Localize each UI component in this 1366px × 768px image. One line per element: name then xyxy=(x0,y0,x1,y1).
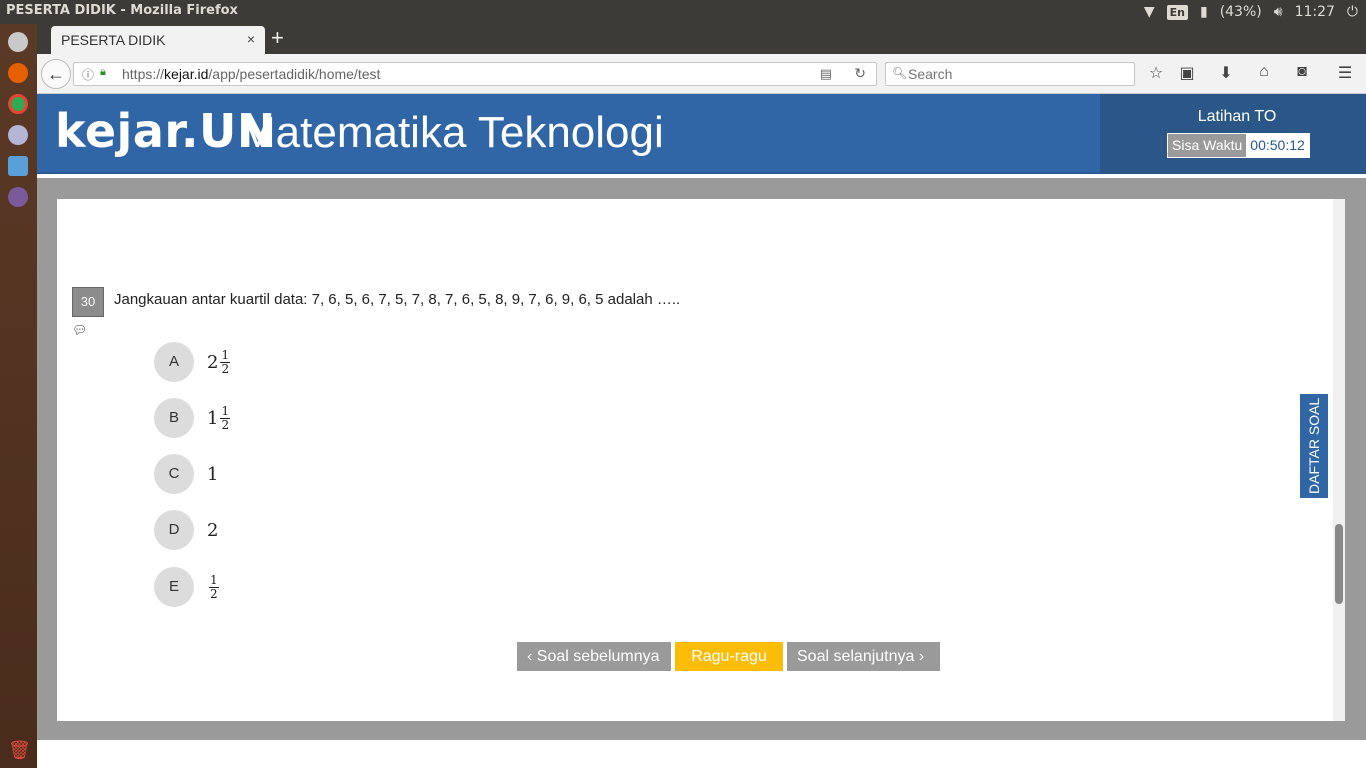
fraction-denominator: 2 xyxy=(221,417,230,432)
url-text[interactable]: https://kejar.id/app/pesertadidik/home/t… xyxy=(122,66,380,82)
volume-icon[interactable]: 🔊︎ xyxy=(1274,4,1283,20)
option-whole: 2 xyxy=(207,351,219,373)
option-whole: 2 xyxy=(207,519,219,541)
question-list-button[interactable]: DAFTAR SOAL xyxy=(1300,394,1328,498)
tab-title: PESERTA DIDIK xyxy=(61,32,166,48)
question-text: Jangkauan antar kuartil data: 7, 6, 5, 6… xyxy=(114,291,681,308)
back-button[interactable]: ← xyxy=(41,59,71,89)
menu-icon[interactable]: ☰ xyxy=(1334,63,1356,83)
wifi-icon[interactable]: ▼ xyxy=(1144,4,1155,20)
fraction-numerator: 1 xyxy=(209,572,219,588)
option-d-button[interactable]: D xyxy=(154,510,194,550)
settings-icon[interactable] xyxy=(8,125,28,145)
bookmark-star-icon[interactable]: ☆ xyxy=(1145,63,1167,83)
timer-label: Sisa Waktu xyxy=(1168,134,1247,157)
info-icon[interactable]: ⓘ xyxy=(82,66,94,83)
search-icon: 🔍︎ xyxy=(892,66,908,80)
comment-icon[interactable]: 💬︎ xyxy=(72,323,87,337)
option-c-value: 1 xyxy=(207,460,218,488)
search-bar[interactable]: 🔍︎ xyxy=(885,62,1135,86)
question-number: 30 xyxy=(72,287,104,317)
option-b-button[interactable]: B xyxy=(154,398,194,438)
library-icon[interactable]: ▣ xyxy=(1176,63,1198,83)
option-whole: 1 xyxy=(207,463,219,485)
chrome-icon[interactable] xyxy=(8,94,28,114)
timer-panel: Latihan TO Sisa Waktu 00:50:12 xyxy=(1100,94,1366,174)
ubuntu-icon[interactable] xyxy=(8,32,28,52)
tab-peserta-didik[interactable]: PESERTA DIDIK × xyxy=(51,26,265,54)
clock[interactable]: 11:27 xyxy=(1295,4,1335,20)
option-fraction: 12 xyxy=(220,403,231,432)
window-title: PESERTA DIDIK - Mozilla Firefox xyxy=(6,3,238,18)
fraction-denominator: 2 xyxy=(221,361,230,376)
reload-icon[interactable]: ↻ xyxy=(854,65,866,82)
header-divider xyxy=(37,174,1366,178)
navigation-toolbar: ← ⓘ 🔒︎ https://kejar.id/app/pesertadidik… xyxy=(37,54,1366,94)
package-icon[interactable] xyxy=(8,156,28,176)
search-input[interactable] xyxy=(908,65,1128,83)
reader-view-icon[interactable]: ▤ xyxy=(820,66,832,82)
page-viewport: kejar.UN Matematika Teknologi Latihan TO… xyxy=(37,94,1366,768)
keyboard-layout-indicator[interactable]: En xyxy=(1166,4,1188,20)
download-icon[interactable]: ⬇ xyxy=(1215,63,1237,83)
option-fraction: 12 xyxy=(209,572,219,601)
lock-icon[interactable]: 🔒︎ xyxy=(100,66,106,79)
fraction-denominator: 2 xyxy=(210,586,218,601)
close-tab-icon[interactable]: × xyxy=(247,31,255,47)
app-header: kejar.UN Matematika Teknologi Latihan TO… xyxy=(37,94,1366,178)
system-indicators: ▼ En ▮ (43%) 🔊︎ 11:27 ⏻ xyxy=(1144,0,1358,24)
subject-title: Matematika Teknologi xyxy=(239,108,664,157)
option-a-button[interactable]: A xyxy=(154,342,194,382)
home-icon[interactable]: ⌂ xyxy=(1253,63,1275,81)
fraction-numerator: 1 xyxy=(220,347,231,363)
next-question-button[interactable]: Soal selanjutnya › xyxy=(787,642,940,671)
battery-percent: (43%) xyxy=(1219,4,1262,20)
option-d-value: 2 xyxy=(207,516,218,544)
fraction-numerator: 1 xyxy=(220,403,231,419)
scrollbar[interactable] xyxy=(1333,199,1345,721)
firefox-icon[interactable] xyxy=(8,63,28,83)
question-card: 30 💬︎ Jangkauan antar kuartil data: 7, 6… xyxy=(57,199,1333,721)
url-bar[interactable]: ⓘ 🔒︎ https://kejar.id/app/pesertadidik/h… xyxy=(73,62,877,86)
option-c-button[interactable]: C xyxy=(154,454,194,494)
tab-strip: PESERTA DIDIK × + xyxy=(37,24,1366,54)
new-tab-button[interactable]: + xyxy=(271,26,284,50)
files-icon[interactable] xyxy=(8,187,28,207)
option-fraction: 12 xyxy=(220,347,231,376)
timer-box: Sisa Waktu 00:50:12 xyxy=(1167,133,1310,158)
timer-value: 00:50:12 xyxy=(1246,134,1309,157)
option-a-value: 212 xyxy=(207,347,231,376)
app-launcher: 🗑︎ xyxy=(0,24,37,768)
option-b-value: 112 xyxy=(207,403,231,432)
page-footer xyxy=(37,740,1366,768)
trash-icon[interactable]: 🗑︎ xyxy=(8,740,31,760)
pocket-icon[interactable]: ◙ xyxy=(1291,63,1313,81)
battery-icon[interactable]: ▮ xyxy=(1200,4,1208,20)
option-e-value: 12 xyxy=(207,573,219,601)
option-whole: 1 xyxy=(207,407,219,429)
test-mode-label: Latihan TO xyxy=(1197,108,1277,125)
previous-question-button[interactable]: ‹ Soal sebelumnya xyxy=(517,642,671,671)
scrollbar-thumb[interactable] xyxy=(1335,524,1343,604)
option-e-button[interactable]: E xyxy=(154,567,194,607)
system-top-bar: PESERTA DIDIK - Mozilla Firefox ▼ En ▮ (… xyxy=(0,0,1366,24)
doubt-button[interactable]: Ragu-ragu xyxy=(675,642,783,671)
power-icon[interactable]: ⏻ xyxy=(1347,4,1358,20)
